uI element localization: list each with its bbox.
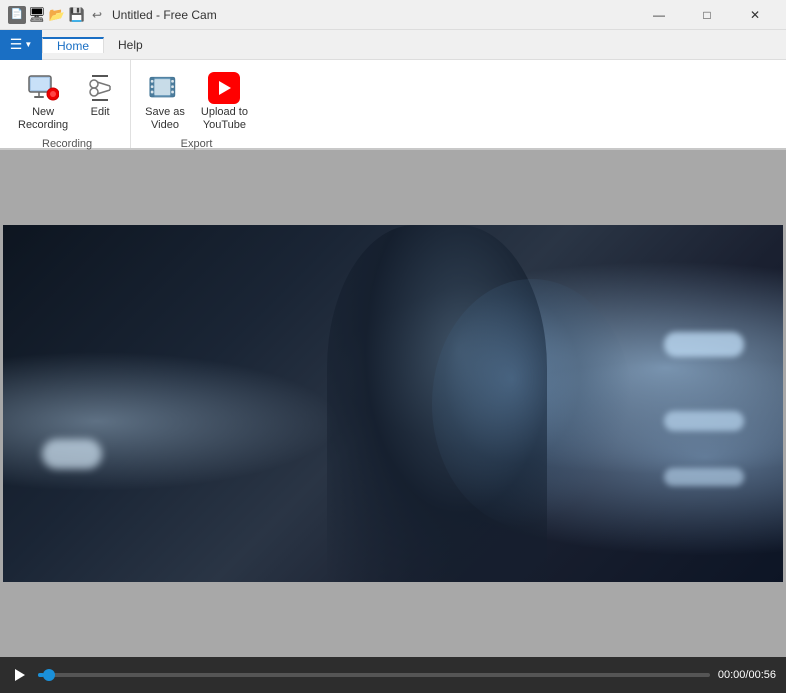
close-button[interactable]: ✕ xyxy=(732,0,778,30)
tab-home[interactable]: Home xyxy=(42,37,104,53)
save-video-icon xyxy=(149,72,181,104)
ribbon-group-recording: NewRecording Edit xyxy=(4,60,131,148)
menu-bar-left: ☰ ▼ Home Help xyxy=(0,30,157,59)
ribbon-toggle-icon: ☰ xyxy=(10,36,23,53)
bg-light-left xyxy=(42,439,102,469)
youtube-play-triangle xyxy=(219,81,231,95)
bg-light-right xyxy=(664,332,744,357)
menu-bar: ☰ ▼ Home Help xyxy=(0,30,786,60)
new-recording-label: NewRecording xyxy=(18,106,68,132)
title-bar: 📄 🖥 📂 💾 ↩ Untitled - Free Cam — □ ✕ xyxy=(0,0,786,30)
time-display: 00:00/00:56 xyxy=(718,669,776,681)
new-recording-icon xyxy=(27,72,59,104)
save-icon[interactable]: 💾 xyxy=(68,6,86,24)
bg-light-right3 xyxy=(664,468,744,486)
ribbon-toggle-arrow: ▼ xyxy=(24,40,32,49)
edit-button[interactable]: Edit xyxy=(78,68,122,123)
play-icon xyxy=(15,669,25,681)
recording-buttons: NewRecording Edit xyxy=(12,64,122,136)
title-bar-left: 📄 🖥 📂 💾 ↩ Untitled - Free Cam xyxy=(8,6,217,24)
open-icon[interactable]: 🖥 xyxy=(28,6,46,24)
edit-icon xyxy=(84,72,116,104)
ribbon-toggle-button[interactable]: ☰ ▼ xyxy=(0,30,42,60)
edit-label: Edit xyxy=(91,106,110,119)
video-frame xyxy=(3,225,783,582)
title-controls: — □ ✕ xyxy=(636,0,778,30)
bg-light-right2 xyxy=(664,411,744,431)
export-buttons: Save asVideo Upload toYouTube xyxy=(139,64,254,136)
new-recording-button[interactable]: NewRecording xyxy=(12,68,74,136)
window-title: Untitled - Free Cam xyxy=(112,8,217,22)
save-as-video-button[interactable]: Save asVideo xyxy=(139,68,191,136)
play-button[interactable] xyxy=(10,665,30,685)
progress-indicator xyxy=(43,669,55,681)
toolbar-icons: 📄 🖥 📂 💾 ↩ xyxy=(8,6,106,24)
youtube-icon xyxy=(208,72,240,104)
maximize-button[interactable]: □ xyxy=(684,0,730,30)
minimize-button[interactable]: — xyxy=(636,0,682,30)
tab-help[interactable]: Help xyxy=(104,38,157,52)
upload-youtube-label: Upload toYouTube xyxy=(201,106,248,132)
content-area xyxy=(0,150,786,657)
save-video-label: Save asVideo xyxy=(145,106,185,132)
undo-icon[interactable]: ↩ xyxy=(88,6,106,24)
ribbon-group-export: Save asVideo Upload toYouTube Export xyxy=(131,60,262,148)
player-bar: 00:00/00:56 xyxy=(0,657,786,693)
video-scene xyxy=(3,225,783,582)
upload-youtube-button[interactable]: Upload toYouTube xyxy=(195,68,254,136)
new-doc-icon[interactable]: 📄 xyxy=(8,6,26,24)
ribbon: NewRecording Edit xyxy=(0,60,786,150)
progress-bar[interactable] xyxy=(38,673,710,677)
folder-icon[interactable]: 📂 xyxy=(48,6,66,24)
